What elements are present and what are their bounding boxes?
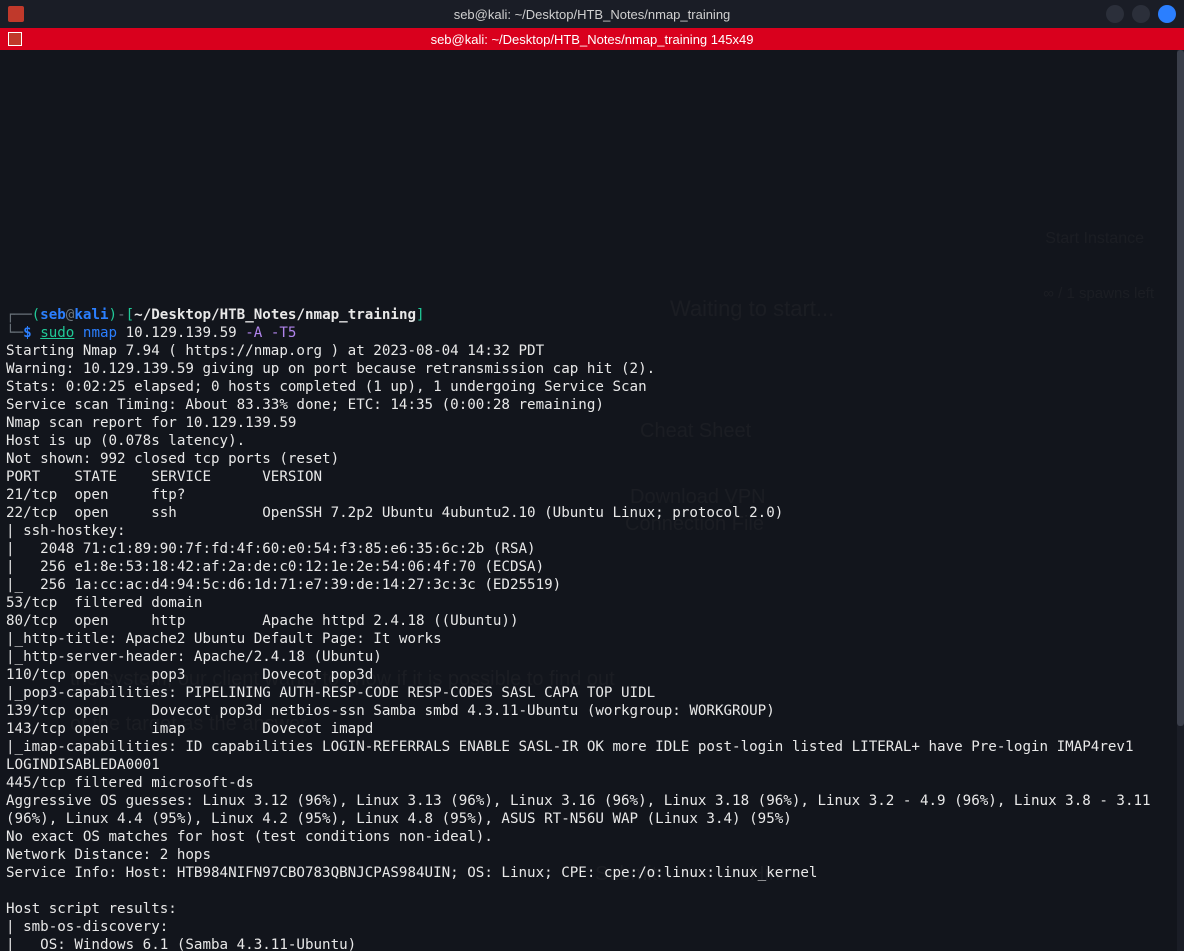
out-line: |_ 256 1a:cc:ac:d4:94:5c:d6:1d:71:e7:39:… (6, 577, 561, 593)
prompt-sigil: $ (23, 325, 32, 341)
out-line: 22/tcp open ssh OpenSSH 7.2p2 Ubuntu 4ub… (6, 505, 783, 521)
out-line: | smb-os-discovery: (6, 919, 177, 935)
out-line: | ssh-hostkey: (6, 523, 134, 539)
cmd-flags: -A -T5 (245, 325, 296, 341)
terminal-tab-bar: seb@kali: ~/Desktop/HTB_Notes/nmap_train… (0, 28, 1184, 50)
out-line: Not shown: 992 closed tcp ports (reset) (6, 451, 339, 467)
terminal-output[interactable]: Start Instance ∞ / 1 spawns left Waiting… (0, 50, 1184, 951)
out-line: Service scan Timing: About 83.33% done; … (6, 397, 604, 413)
cmd-target: 10.129.139.59 (126, 325, 237, 341)
out-line: |_http-title: Apache2 Ubuntu Default Pag… (6, 631, 442, 647)
out-line: |_http-server-header: Apache/2.4.18 (Ubu… (6, 649, 382, 665)
prompt-lbracket: [ (126, 307, 135, 323)
prompt-rparen: ) (109, 307, 118, 323)
out-line: Host is up (0.078s latency). (6, 433, 245, 449)
out-line: Service Info: Host: HTB984NIFN97CBO783QB… (6, 865, 817, 881)
out-line: 139/tcp open Dovecot pop3d netbios-ssn S… (6, 703, 775, 719)
out-line: Nmap scan report for 10.129.139.59 (6, 415, 296, 431)
prompt-lparen: ( (32, 307, 41, 323)
out-line: Starting Nmap 7.94 ( https://nmap.org ) … (6, 343, 544, 359)
cmd-sudo: sudo (40, 325, 74, 341)
prompt-cwd: ~/Desktop/HTB_Notes/nmap_training (134, 307, 416, 323)
out-line: | 2048 71:c1:89:90:7f:fd:4f:60:e0:54:f3:… (6, 541, 536, 557)
out-line: | 256 e1:8e:53:18:42:af:2a:de:c0:12:1e:2… (6, 559, 544, 575)
out-line: Stats: 0:02:25 elapsed; 0 hosts complete… (6, 379, 647, 395)
out-line: 80/tcp open http Apache httpd 2.4.18 ((U… (6, 613, 519, 629)
out-line: |_imap-capabilities: ID capabilities LOG… (6, 738, 1171, 774)
out-line: 110/tcp open pop3 Dovecot pop3d (6, 667, 373, 683)
out-line: 21/tcp open ftp? (6, 487, 185, 503)
app-icon (8, 6, 24, 22)
window-controls (1106, 5, 1176, 23)
out-line: | OS: Windows 6.1 (Samba 4.3.11-Ubuntu) (6, 937, 356, 951)
terminal-content: ┌──(seb@kali)-[~/Desktop/HTB_Notes/nmap_… (6, 306, 1178, 951)
out-line: No exact OS matches for host (test condi… (6, 829, 493, 845)
maximize-button[interactable] (1132, 5, 1150, 23)
out-line: 53/tcp filtered domain (6, 595, 202, 611)
bg-start-instance: Start Instance (1045, 230, 1144, 248)
bg-spawns: ∞ / 1 spawns left (1043, 285, 1154, 303)
window-title: seb@kali: ~/Desktop/HTB_Notes/nmap_train… (454, 7, 731, 22)
out-line: 445/tcp filtered microsoft-ds (6, 775, 254, 791)
prompt-sep: - (117, 307, 126, 323)
minimize-button[interactable] (1106, 5, 1124, 23)
out-line: |_pop3-capabilities: PIPELINING AUTH-RES… (6, 685, 655, 701)
prompt-host: kali (74, 307, 108, 323)
out-line: Aggressive OS guesses: Linux 3.12 (96%),… (6, 792, 1171, 828)
out-line: Host script results: (6, 901, 177, 917)
out-line: PORT STATE SERVICE VERSION (6, 469, 322, 485)
cmd-nmap: nmap (83, 325, 117, 341)
close-button[interactable] (1158, 5, 1176, 23)
window-titlebar: seb@kali: ~/Desktop/HTB_Notes/nmap_train… (0, 0, 1184, 28)
tab-icon (8, 32, 22, 46)
tab-title: seb@kali: ~/Desktop/HTB_Notes/nmap_train… (431, 32, 754, 47)
out-line: Network Distance: 2 hops (6, 847, 211, 863)
out-line: 143/tcp open imap Dovecot imapd (6, 721, 373, 737)
out-line: Warning: 10.129.139.59 giving up on port… (6, 361, 655, 377)
prompt-user: seb (40, 307, 66, 323)
prompt-rbracket: ] (416, 307, 425, 323)
